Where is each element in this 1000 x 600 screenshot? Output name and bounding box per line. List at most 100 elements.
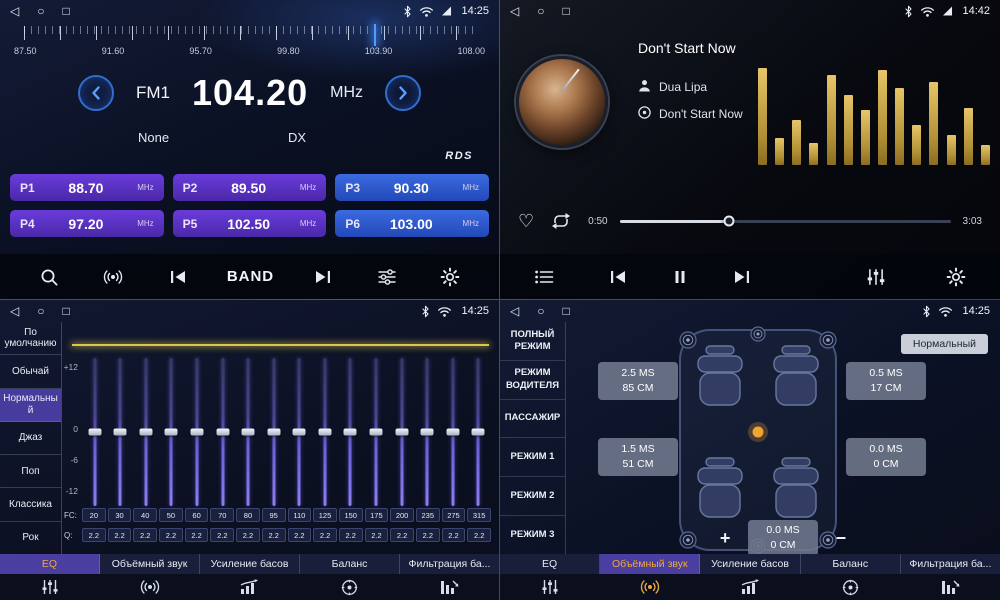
eq-band-slider[interactable] <box>389 358 415 506</box>
listening-mode-item[interactable]: РЕЖИМ 3 <box>500 516 565 554</box>
nav-recents-icon[interactable]: □ <box>562 5 569 17</box>
eq-band-slider[interactable] <box>414 358 440 506</box>
listening-mode-item[interactable]: РЕЖИМ 2 <box>500 477 565 516</box>
eq-band-slider[interactable] <box>363 358 389 506</box>
balance-tab-icon[interactable] <box>299 579 399 596</box>
audio-tab[interactable]: Баланс <box>300 554 400 574</box>
nav-back-icon[interactable]: ◁ <box>10 305 19 317</box>
filter-tab-icon[interactable] <box>900 579 1000 595</box>
nav-home-icon[interactable]: ○ <box>537 5 544 17</box>
band-button[interactable]: BAND <box>227 268 274 285</box>
balance-tab-icon[interactable] <box>800 579 900 596</box>
eq-band-slider[interactable] <box>312 358 338 506</box>
preset-button[interactable]: P1 88.70 MHz <box>10 174 164 201</box>
slider-knob[interactable] <box>318 429 331 436</box>
eq-band-slider[interactable] <box>82 358 108 506</box>
slider-knob[interactable] <box>446 429 459 436</box>
filter-tab-icon[interactable] <box>399 579 499 595</box>
preset-button[interactable]: P5 102.50 MHz <box>173 210 327 237</box>
audio-tab[interactable]: EQ <box>0 554 100 574</box>
audio-tab[interactable]: Усиление басов <box>700 554 800 574</box>
position-preset-button[interactable]: Нормальный <box>901 334 988 354</box>
tune-down-button[interactable] <box>78 75 114 111</box>
slider-knob[interactable] <box>216 429 229 436</box>
seek-next-button[interactable] <box>309 265 337 289</box>
nav-home-icon[interactable]: ○ <box>37 5 44 17</box>
surround-tab-icon[interactable] <box>600 578 700 596</box>
slider-knob[interactable] <box>114 429 127 436</box>
slider-knob[interactable] <box>293 429 306 436</box>
slider-knob[interactable] <box>88 429 101 436</box>
bass-boost-tab-icon[interactable] <box>700 579 800 595</box>
eq-band-slider[interactable] <box>184 358 210 506</box>
eq-preset-item[interactable]: Обычай <box>0 355 61 388</box>
seek-prev-button[interactable] <box>164 265 192 289</box>
slider-knob[interactable] <box>421 429 434 436</box>
eq-band-slider[interactable] <box>210 358 236 506</box>
bass-boost-tab-icon[interactable] <box>200 579 300 595</box>
surround-tab-icon[interactable] <box>100 578 200 596</box>
audio-tab[interactable]: Баланс <box>801 554 901 574</box>
eq-band-slider[interactable] <box>440 358 466 506</box>
eq-preset-item[interactable]: Поп <box>0 455 61 488</box>
eq-preset-item[interactable]: Нормальный <box>0 389 61 422</box>
broadcast-button[interactable] <box>98 264 128 290</box>
seek-bar[interactable] <box>620 220 951 223</box>
audio-tab[interactable]: Объёмный звук <box>100 554 200 574</box>
pause-button[interactable] <box>668 265 692 289</box>
preset-button[interactable]: P6 103.00 MHz <box>335 210 489 237</box>
eq-band-slider[interactable] <box>108 358 134 506</box>
eq-band-slider[interactable] <box>338 358 364 506</box>
eq-band-slider[interactable] <box>235 358 261 506</box>
preset-button[interactable]: P4 97.20 MHz <box>10 210 164 237</box>
audio-tab[interactable]: Фильтрация ба... <box>400 554 499 574</box>
eq-preset-item[interactable]: Классика <box>0 488 61 521</box>
audio-tab[interactable]: Усиление басов <box>200 554 300 574</box>
slider-knob[interactable] <box>344 429 357 436</box>
decrease-delay-button[interactable]: − <box>836 529 847 547</box>
eq-preset-item[interactable]: Рок <box>0 522 61 554</box>
eq-tab-icon[interactable] <box>500 579 600 595</box>
eq-band-slider[interactable] <box>261 358 287 506</box>
frequency-scale[interactable]: 87.5091.6095.7099.80103.90108.00 <box>10 26 489 68</box>
slider-knob[interactable] <box>191 429 204 436</box>
tune-up-button[interactable] <box>385 75 421 111</box>
nav-recents-icon[interactable]: □ <box>562 305 569 317</box>
eq-preset-item[interactable]: Джаз <box>0 422 61 455</box>
favorite-heart-button[interactable]: ♡ <box>518 212 534 230</box>
eq-band-slider[interactable] <box>133 358 159 506</box>
repeat-button[interactable] <box>546 208 576 234</box>
nav-recents-icon[interactable]: □ <box>62 305 69 317</box>
slider-knob[interactable] <box>267 429 280 436</box>
audio-tab[interactable]: EQ <box>500 554 600 574</box>
nav-home-icon[interactable]: ○ <box>37 305 44 317</box>
settings-gear-button[interactable] <box>436 263 464 291</box>
listening-mode-item[interactable]: ПОЛНЫЙ РЕЖИМ <box>500 322 565 361</box>
listening-mode-item[interactable]: РЕЖИМ 1 <box>500 438 565 477</box>
equalizer-mixer-button[interactable] <box>862 264 890 290</box>
listening-mode-item[interactable]: РЕЖИМ ВОДИТЕЛЯ <box>500 361 565 400</box>
settings-gear-button[interactable] <box>942 263 970 291</box>
slider-knob[interactable] <box>472 429 485 436</box>
listening-mode-item[interactable]: ПАССАЖИР <box>500 400 565 439</box>
eq-tab-icon[interactable] <box>0 579 100 595</box>
eq-band-slider[interactable] <box>159 358 185 506</box>
nav-recents-icon[interactable]: □ <box>62 5 69 17</box>
next-track-button[interactable] <box>728 265 756 289</box>
nav-home-icon[interactable]: ○ <box>537 305 544 317</box>
slider-knob[interactable] <box>165 429 178 436</box>
preset-button[interactable]: P3 90.30 MHz <box>335 174 489 201</box>
playlist-button[interactable] <box>530 265 558 289</box>
audio-tab[interactable]: Фильтрация ба... <box>901 554 1000 574</box>
audio-settings-button[interactable] <box>373 264 401 290</box>
nav-back-icon[interactable]: ◁ <box>510 5 519 17</box>
nav-back-icon[interactable]: ◁ <box>510 305 519 317</box>
eq-preset-item[interactable]: По умолчанию <box>0 322 61 355</box>
preset-button[interactable]: P2 89.50 MHz <box>173 174 327 201</box>
eq-band-slider[interactable] <box>465 358 491 506</box>
eq-band-slider[interactable] <box>287 358 313 506</box>
slider-knob[interactable] <box>139 429 152 436</box>
previous-track-button[interactable] <box>604 265 632 289</box>
seek-bar-knob[interactable] <box>723 216 734 227</box>
nav-back-icon[interactable]: ◁ <box>10 5 19 17</box>
